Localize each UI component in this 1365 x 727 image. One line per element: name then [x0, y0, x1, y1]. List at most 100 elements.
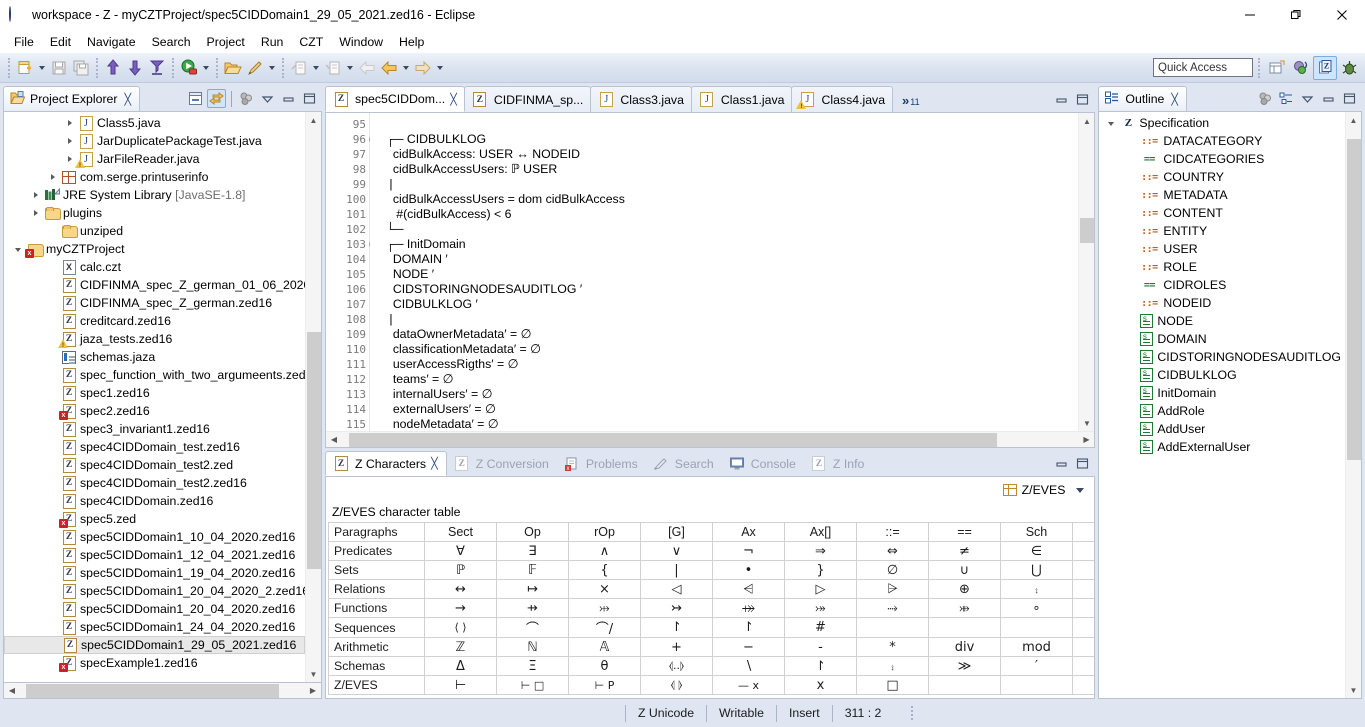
character-cell[interactable]: ↣ [640, 598, 713, 618]
perspective-z-button[interactable]: Z [1313, 55, 1337, 80]
character-cell[interactable]: x [784, 675, 857, 695]
outline-item[interactable]: InitDomain [1099, 384, 1345, 402]
outline-item[interactable]: AddExternalUser [1099, 438, 1345, 456]
scroll-down-icon[interactable]: ▼ [306, 666, 322, 682]
character-cell[interactable]: ↔ [424, 579, 497, 599]
vscroll-thumb[interactable] [1346, 139, 1361, 461]
character-cell[interactable]: div [928, 637, 1001, 657]
character-cell[interactable]: ⇒ [784, 541, 857, 561]
tree-item[interactable]: Zspec5CIDDomain1_10_04_2020.zed16 [4, 528, 305, 546]
view-menu-filters-button[interactable] [237, 89, 256, 108]
next-annotation-arrow[interactable] [310, 57, 322, 79]
character-cell[interactable]: ⤀ [712, 598, 785, 618]
project-tree[interactable]: J Class5.java J JarDuplicatePackageTest.jav… [4, 112, 305, 682]
bottom-panel-tab[interactable]: Search [646, 451, 722, 476]
back-disabled-button[interactable] [356, 57, 378, 79]
outline-item[interactable]: ::= CONTENT [1099, 204, 1345, 222]
character-cell[interactable]: ⌒ [496, 617, 569, 638]
character-cell[interactable]: Ax [712, 522, 785, 542]
character-cell[interactable]: ∉ [1072, 541, 1095, 561]
character-cell[interactable]: ↾ [712, 617, 785, 638]
bottom-panel-tab[interactable]: Z Z Conversion [447, 451, 557, 476]
outline-item[interactable]: ::= COUNTRY [1099, 168, 1345, 186]
tree-item[interactable]: unziped [4, 222, 305, 240]
tree-item[interactable]: Zspec4CIDDomain_test.zed16 [4, 438, 305, 456]
perspective-debug-button[interactable] [1337, 56, 1361, 80]
outline-filters-button[interactable] [1256, 89, 1275, 108]
tree-item[interactable]: Z! jaza_tests.zed16 [4, 330, 305, 349]
character-cell[interactable]: ⩤ [712, 579, 785, 599]
resize-grip[interactable] [907, 706, 917, 720]
tree-item[interactable]: com.serge.printuserinfo [4, 168, 305, 186]
character-cell[interactable]: ⊕ [928, 579, 1001, 599]
minimize-button[interactable] [1227, 0, 1273, 31]
character-cell[interactable]: ~ [1072, 579, 1095, 599]
outline-item[interactable]: ::= ROLE [1099, 258, 1345, 276]
scroll-up-icon[interactable]: ▲ [1346, 112, 1362, 128]
editor-vscrollbar[interactable]: ▲ ▼ [1078, 113, 1095, 431]
run-button[interactable] [178, 57, 200, 79]
character-cell[interactable]: ⟨ ⟩ [424, 617, 497, 638]
maximize-outline-button[interactable] [1340, 89, 1359, 108]
outline-item[interactable]: == CIDROLES [1099, 276, 1345, 294]
scroll-right-icon[interactable]: ▶ [305, 683, 321, 699]
open-folder-button[interactable] [222, 57, 244, 79]
editor-tab[interactable]: J Class1.java [690, 86, 793, 112]
tab-outline[interactable]: Outline ╳ [1098, 86, 1188, 111]
tree-item[interactable]: Z CIDFINMA_spec_Z_german.zed16 [4, 294, 305, 312]
character-cell[interactable]: ∩ [1072, 560, 1095, 580]
project-tree-vscrollbar[interactable]: ▲ ▼ [305, 112, 321, 682]
tree-item[interactable]: J! JarFileReader.java [4, 150, 305, 169]
search-dropdown-arrow[interactable] [266, 57, 278, 79]
hscroll-track[interactable] [342, 432, 1078, 448]
character-cell[interactable]: ⨾ [1000, 579, 1073, 599]
minimize-view-button[interactable] [279, 89, 298, 108]
character-cell[interactable]: { [568, 560, 641, 580]
tree-item[interactable]: Zspec5CIDDomain1_20_04_2020.zed16 [4, 600, 305, 618]
outline-collapse-all-button[interactable] [1277, 89, 1296, 108]
character-cell[interactable]: Sect [424, 522, 497, 542]
character-cell[interactable]: ⤑ [856, 598, 929, 618]
character-cell[interactable]: ∅ [856, 560, 929, 580]
save-button[interactable] [48, 57, 70, 79]
run-dropdown-arrow[interactable] [200, 57, 212, 79]
hscroll-track[interactable] [20, 683, 305, 699]
character-cell[interactable]: ⇸ [496, 598, 569, 618]
character-cell[interactable]: Ax[] [784, 522, 857, 542]
outline-item[interactable]: ::= ENTITY [1099, 222, 1345, 240]
character-cell[interactable]: ⧹ 1 ⧹ [1072, 656, 1095, 676]
scroll-left-icon[interactable]: ◀ [326, 432, 342, 448]
tree-item[interactable]: Zspec4CIDDomain.zed16 [4, 492, 305, 510]
character-cell[interactable]: 𝔸 [568, 637, 641, 657]
close-icon[interactable]: ╳ [1171, 93, 1178, 106]
scroll-down-icon[interactable]: ▼ [1346, 682, 1362, 698]
chevron-right-icon[interactable] [61, 114, 77, 132]
vscroll-thumb[interactable] [1079, 217, 1094, 244]
maximize-view-button[interactable] [300, 89, 319, 108]
character-cell[interactable]: [G] [640, 522, 713, 542]
hscroll-thumb[interactable] [25, 683, 280, 698]
tree-item[interactable]: J JarDuplicatePackageTest.java [4, 132, 305, 150]
chevron-down-icon[interactable] [1076, 487, 1085, 493]
prev-annotation-button[interactable] [322, 57, 344, 79]
tree-item[interactable]: Zspec5CIDDomain1_24_04_2020.zed16 [4, 618, 305, 636]
chevron-down-icon[interactable] [1103, 114, 1119, 132]
vscroll-thumb[interactable] [306, 332, 321, 570]
tree-item[interactable]: Zspec4CIDDomain_test2.zed16 [4, 474, 305, 492]
tree-item[interactable]: Zspec4CIDDomain_test2.zed [4, 456, 305, 474]
outline-vscrollbar[interactable]: ▲ ▼ [1345, 112, 1361, 698]
dialect-selector[interactable]: Z/EVES [326, 477, 1094, 499]
outline-item[interactable]: ::= METADATA [1099, 186, 1345, 204]
character-cell[interactable]: ⊢ P [568, 675, 641, 695]
back-button[interactable] [378, 57, 400, 79]
close-icon[interactable]: ╳ [124, 93, 131, 106]
upload-button[interactable] [102, 57, 124, 79]
character-cell[interactable]: ≠ [928, 541, 1001, 561]
character-cell[interactable]: ⨾ [856, 656, 929, 676]
outline-item[interactable]: DOMAIN [1099, 330, 1345, 348]
character-cell[interactable]: ⤔ [568, 598, 641, 618]
outline-item[interactable]: CIDBULKLOG [1099, 366, 1345, 384]
editor-tab[interactable]: J! Class4.java [791, 86, 894, 112]
forward-dropdown-arrow[interactable] [434, 57, 446, 79]
tab-project-explorer[interactable]: Project Explorer ╳ [3, 86, 141, 111]
